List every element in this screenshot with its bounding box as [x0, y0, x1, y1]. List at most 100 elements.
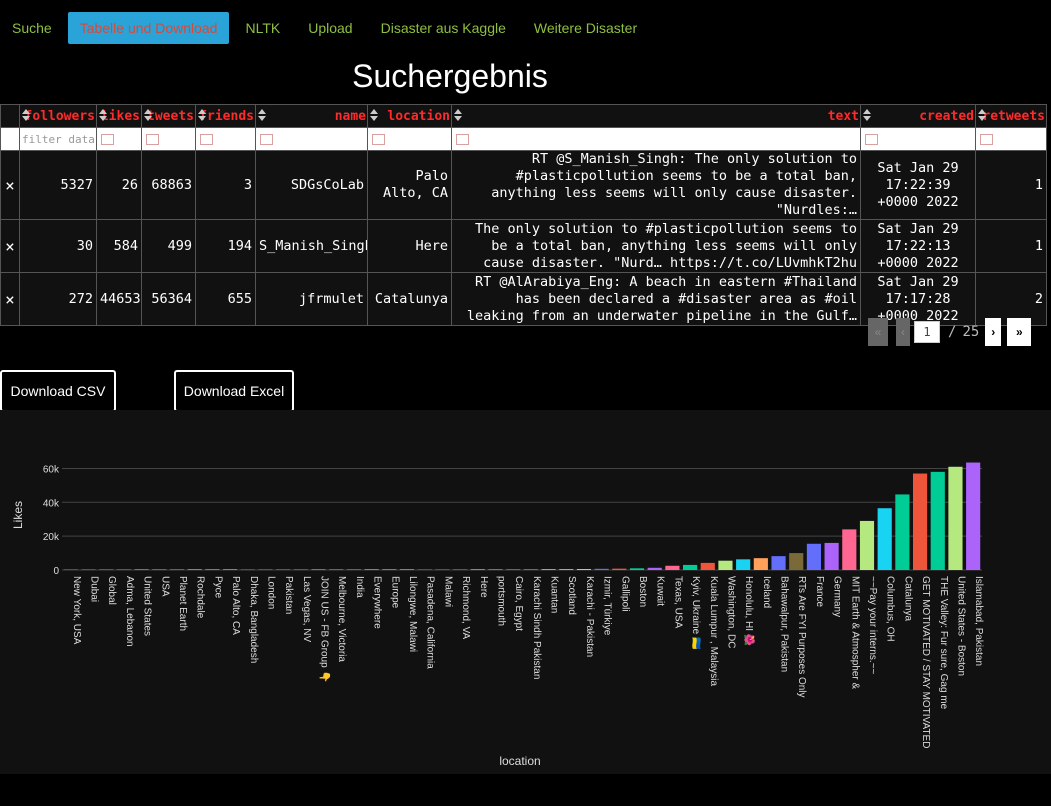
x-tick-label: India	[354, 576, 365, 598]
cell-retweets[interactable]: 1	[975, 150, 1047, 220]
filter-input-retweets[interactable]	[975, 127, 1047, 151]
delete-row-button[interactable]: ×	[0, 272, 20, 326]
bar	[205, 569, 220, 570]
column-header-text[interactable]: text	[451, 104, 861, 128]
column-header-location[interactable]: location	[367, 104, 452, 128]
filter-input-followers[interactable]: filter data...	[19, 127, 97, 151]
cell-tweets[interactable]: 68863	[141, 150, 196, 220]
nav-tabs: Suche Tabelle und Download NLTK Upload Disas…	[0, 12, 653, 44]
bar	[258, 569, 273, 570]
x-tick-label: ~~Pay your interns.~~	[867, 576, 878, 675]
filter-icon	[980, 134, 993, 145]
bar	[594, 568, 609, 570]
filter-input-text[interactable]	[451, 127, 861, 151]
delete-row-button[interactable]: ×	[0, 219, 20, 273]
page-number-input[interactable]: 1	[914, 321, 940, 343]
cell-friends[interactable]: 194	[195, 219, 256, 273]
bar	[541, 569, 556, 570]
tab-weitere-disaster[interactable]: Weitere Disaster	[522, 12, 649, 44]
column-header-friends[interactable]: friends	[195, 104, 256, 128]
cell-created[interactable]: Sat Jan 29 17:22:39 +0000 2022	[860, 150, 976, 220]
x-tick-label: Richmond, VA	[460, 576, 471, 640]
filter-input-name[interactable]	[255, 127, 368, 151]
tab-upload[interactable]: Upload	[296, 12, 364, 44]
filter-spacer	[0, 127, 20, 151]
column-header-retweets[interactable]: retweets	[975, 104, 1047, 128]
cell-name[interactable]: jfrmulet	[255, 272, 368, 326]
filter-icon	[200, 134, 213, 145]
cell-name[interactable]: SDGsCoLab	[255, 150, 368, 220]
sort-icon[interactable]	[198, 109, 207, 123]
cell-likes[interactable]: 26	[96, 150, 142, 220]
filter-icon	[456, 134, 469, 145]
filter-input-friends[interactable]	[195, 127, 256, 151]
filter-input-created[interactable]	[860, 127, 976, 151]
x-tick-label: Dubai	[89, 576, 100, 602]
bar	[240, 569, 255, 570]
sort-icon[interactable]	[144, 109, 153, 123]
cell-text[interactable]: RT @S_Manish_Singh: The only solution to…	[451, 150, 861, 220]
cell-likes[interactable]: 44653	[96, 272, 142, 326]
column-header-name[interactable]: name	[255, 104, 368, 128]
table-header-row: followers likes tweets friends name location t…	[0, 104, 1047, 128]
bar	[152, 569, 167, 570]
column-header-created[interactable]: created	[860, 104, 976, 128]
x-tick-label: Germany	[832, 576, 843, 617]
cell-likes[interactable]: 584	[96, 219, 142, 273]
bar	[329, 569, 344, 570]
filter-input-likes[interactable]	[96, 127, 142, 151]
cell-followers[interactable]: 272	[19, 272, 97, 326]
bar	[824, 542, 839, 570]
cell-text[interactable]: RT @AlArabiya_Eng: A beach in eastern #T…	[451, 272, 861, 326]
tab-suche[interactable]: Suche	[0, 12, 64, 44]
sort-icon[interactable]	[863, 109, 872, 123]
cell-text[interactable]: The only solution to #plasticpollution s…	[451, 219, 861, 273]
sort-icon[interactable]	[370, 109, 379, 123]
tab-tabelle-und-download[interactable]: Tabelle und Download	[67, 12, 230, 44]
sort-icon[interactable]	[978, 109, 987, 123]
tab-disaster-aus-kaggle[interactable]: Disaster aus Kaggle	[369, 12, 518, 44]
sort-icon[interactable]	[22, 109, 31, 123]
cell-followers[interactable]: 30	[19, 219, 97, 273]
tab-nltk[interactable]: NLTK	[233, 12, 292, 44]
cell-followers[interactable]: 5327	[19, 150, 97, 220]
y-tick-label: 60k	[43, 464, 60, 475]
filter-icon	[865, 134, 878, 145]
column-header-followers[interactable]: followers	[19, 104, 97, 128]
cell-retweets[interactable]: 1	[975, 219, 1047, 273]
download-excel-button[interactable]: Download Excel	[174, 370, 294, 412]
sort-icon[interactable]	[454, 109, 463, 123]
x-tick-label: Karachi - Pakistan	[584, 576, 595, 657]
filter-icon	[372, 134, 385, 145]
cell-created[interactable]: Sat Jan 29 17:22:13 +0000 2022	[860, 219, 976, 273]
filter-input-location[interactable]	[367, 127, 452, 151]
y-axis-label: Likes	[11, 501, 25, 529]
cell-friends[interactable]: 655	[195, 272, 256, 326]
x-tick-label: Kyiv, Ukraine 🇺🇦	[690, 576, 702, 650]
last-page-button[interactable]: »	[1007, 318, 1032, 346]
filter-icon	[260, 134, 273, 145]
bar	[753, 558, 768, 570]
column-header-tweets[interactable]: tweets	[141, 104, 196, 128]
cell-tweets[interactable]: 499	[141, 219, 196, 273]
filter-input-tweets[interactable]	[141, 127, 196, 151]
bar	[187, 569, 202, 570]
download-csv-button[interactable]: Download CSV	[0, 370, 116, 412]
x-tick-label: Kuwait	[655, 576, 666, 606]
cell-name[interactable]: S_Manish_Singh	[255, 219, 368, 273]
cell-tweets[interactable]: 56364	[141, 272, 196, 326]
next-page-button[interactable]: ›	[985, 318, 1002, 346]
sort-icon[interactable]	[99, 109, 108, 123]
delete-row-button[interactable]: ×	[0, 150, 20, 220]
cell-location[interactable]: Catalunya	[367, 272, 452, 326]
column-header-likes[interactable]: likes	[96, 104, 142, 128]
sort-icon[interactable]	[258, 109, 267, 123]
cell-friends[interactable]: 3	[195, 150, 256, 220]
previous-page-button[interactable]: ‹	[896, 318, 910, 346]
cell-location[interactable]: Here	[367, 219, 452, 273]
x-tick-label: New York, USA	[71, 576, 82, 645]
cell-location[interactable]: Palo Alto, CA	[367, 150, 452, 220]
first-page-button[interactable]: «	[868, 318, 888, 346]
bar	[559, 569, 574, 570]
x-axis-label: location	[499, 754, 540, 768]
